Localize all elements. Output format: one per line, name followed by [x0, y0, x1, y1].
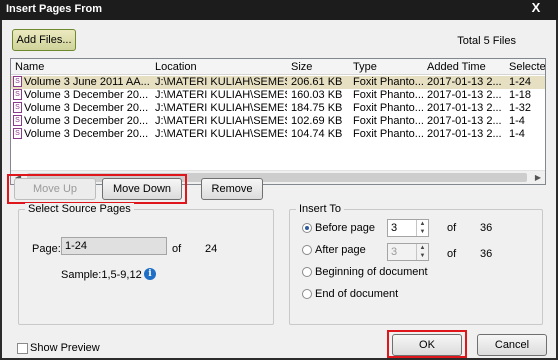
after-page-value: 3	[391, 246, 398, 258]
table-row[interactable]: S Volume 3 December 20... J:\MATERI KULIAH…	[11, 89, 545, 102]
cell-type: Foxit Phanto...	[353, 76, 424, 88]
before-total: 36	[480, 222, 493, 234]
cell-name: Volume 3 June 2011 AA...	[24, 76, 150, 88]
after-page-label[interactable]: After page	[315, 244, 366, 256]
end-radio[interactable]	[302, 289, 312, 299]
before-page-label[interactable]: Before page	[315, 222, 375, 234]
cell-selected-pages: 1-4	[509, 115, 525, 127]
insert-to-group: Insert To Before page 3 ▲ ▼ of 36 After p…	[289, 203, 543, 325]
column-header-added-time[interactable]: Added Time	[427, 61, 505, 75]
before-page-radio[interactable]	[302, 223, 312, 233]
pdf-file-icon: S	[13, 89, 22, 100]
cell-size: 160.03 KB	[291, 89, 343, 101]
beginning-radio[interactable]	[302, 267, 312, 277]
column-header-type[interactable]: Type	[353, 61, 425, 75]
cell-name: Volume 3 December 20...	[24, 115, 149, 127]
pdf-file-icon: S	[13, 76, 22, 87]
cell-name: Volume 3 December 20...	[24, 102, 149, 114]
pdf-file-icon: S	[13, 128, 22, 139]
cell-type: Foxit Phanto...	[353, 128, 424, 140]
cell-size: 102.69 KB	[291, 115, 343, 127]
source-pages-legend: Select Source Pages	[25, 203, 134, 215]
cell-selected-pages: 1-4	[509, 128, 525, 140]
cell-size: 104.74 KB	[291, 128, 343, 140]
ok-button[interactable]: OK	[392, 334, 462, 356]
page-range-input[interactable]: 1-24	[61, 237, 167, 255]
cell-size: 184.75 KB	[291, 102, 343, 114]
before-of-label: of	[447, 222, 457, 234]
cell-location: J:\MATERI KULIAH\SEMES...	[155, 89, 287, 101]
move-up-button[interactable]: Move Up	[14, 178, 96, 200]
table-row[interactable]: S Volume 3 December 20... J:\MATERI KULIAH…	[11, 128, 545, 141]
pdf-file-icon: S	[13, 102, 22, 113]
cancel-button[interactable]: Cancel	[477, 334, 547, 356]
cell-type: Foxit Phanto...	[353, 89, 424, 101]
table-row[interactable]: S Volume 3 June 2011 AA... J:\MATERI KULIA…	[11, 76, 545, 89]
cell-location: J:\MATERI KULIAH\SEMES...	[155, 115, 287, 127]
end-label[interactable]: End of document	[315, 288, 398, 300]
cell-size: 206.61 KB	[291, 76, 343, 88]
stepper-arrows-icon[interactable]: ▲ ▼	[416, 220, 428, 236]
total-files-label: Total 5 Files	[457, 35, 516, 47]
scroll-right-icon[interactable]: ▶	[535, 173, 541, 182]
page-of-label: of	[172, 243, 182, 255]
show-preview-checkbox[interactable]	[17, 343, 28, 354]
cell-added-time: 2017-01-13 2...	[427, 128, 502, 140]
move-down-button[interactable]: Move Down	[102, 178, 182, 200]
table-row[interactable]: S Volume 3 December 20... J:\MATERI KULIAH…	[11, 115, 545, 128]
file-list-header: Name Location Size Type Added Time Selec…	[11, 59, 545, 75]
cell-added-time: 2017-01-13 2...	[427, 76, 502, 88]
window-title: Insert Pages From	[6, 3, 102, 15]
cell-type: Foxit Phanto...	[353, 115, 424, 127]
column-header-selected[interactable]: Selected	[509, 61, 545, 75]
before-page-value: 3	[391, 222, 398, 234]
cell-location: J:\MATERI KULIAH\SEMES...	[155, 128, 287, 140]
cell-added-time: 2017-01-13 2...	[427, 115, 502, 127]
remove-button[interactable]: Remove	[201, 178, 263, 200]
cell-added-time: 2017-01-13 2...	[427, 89, 502, 101]
close-icon[interactable]: X	[526, 0, 546, 16]
sample-hint: Sample:1,5-9,12	[61, 269, 142, 281]
title-bar: Insert Pages From X	[0, 0, 558, 20]
source-pages-group: Select Source Pages Page: 1-24 of 24 Sam…	[18, 203, 274, 325]
insert-to-legend: Insert To	[296, 203, 344, 215]
column-header-name[interactable]: Name	[15, 61, 143, 75]
after-total: 36	[480, 248, 493, 260]
cell-location: J:\MATERI KULIAH\SEMES...	[155, 76, 287, 88]
page-label: Page:	[32, 243, 61, 255]
page-total: 24	[205, 243, 218, 255]
beginning-label[interactable]: Beginning of document	[315, 266, 428, 278]
stepper-arrows-icon[interactable]: ▲ ▼	[416, 244, 428, 260]
show-preview-label[interactable]: Show Preview	[30, 342, 100, 354]
cell-added-time: 2017-01-13 2...	[427, 102, 502, 114]
cell-selected-pages: 1-24	[509, 76, 532, 88]
after-of-label: of	[447, 248, 457, 260]
column-header-location[interactable]: Location	[155, 61, 287, 75]
dialog-body: Add Files... Total 5 Files Name Location…	[2, 20, 556, 358]
cell-name: Volume 3 December 20...	[24, 89, 149, 101]
cell-type: Foxit Phanto...	[353, 102, 424, 114]
cell-name: Volume 3 December 20...	[24, 128, 149, 140]
page-range-value: 1-24	[65, 240, 88, 252]
column-header-size[interactable]: Size	[291, 61, 349, 75]
cell-selected-pages: 1-32	[509, 102, 532, 114]
add-files-button[interactable]: Add Files...	[12, 29, 76, 51]
cell-location: J:\MATERI KULIAH\SEMES...	[155, 102, 287, 114]
after-page-radio[interactable]	[302, 245, 312, 255]
table-row[interactable]: S Volume 3 December 20... J:\MATERI KULIAH…	[11, 102, 545, 115]
file-list[interactable]: Name Location Size Type Added Time Selec…	[10, 58, 546, 185]
before-page-stepper[interactable]: 3 ▲ ▼	[387, 219, 429, 237]
pdf-file-icon: S	[13, 115, 22, 126]
cell-selected-pages: 1-18	[509, 89, 532, 101]
info-icon[interactable]: i	[144, 268, 156, 280]
after-page-stepper[interactable]: 3 ▲ ▼	[387, 243, 429, 261]
